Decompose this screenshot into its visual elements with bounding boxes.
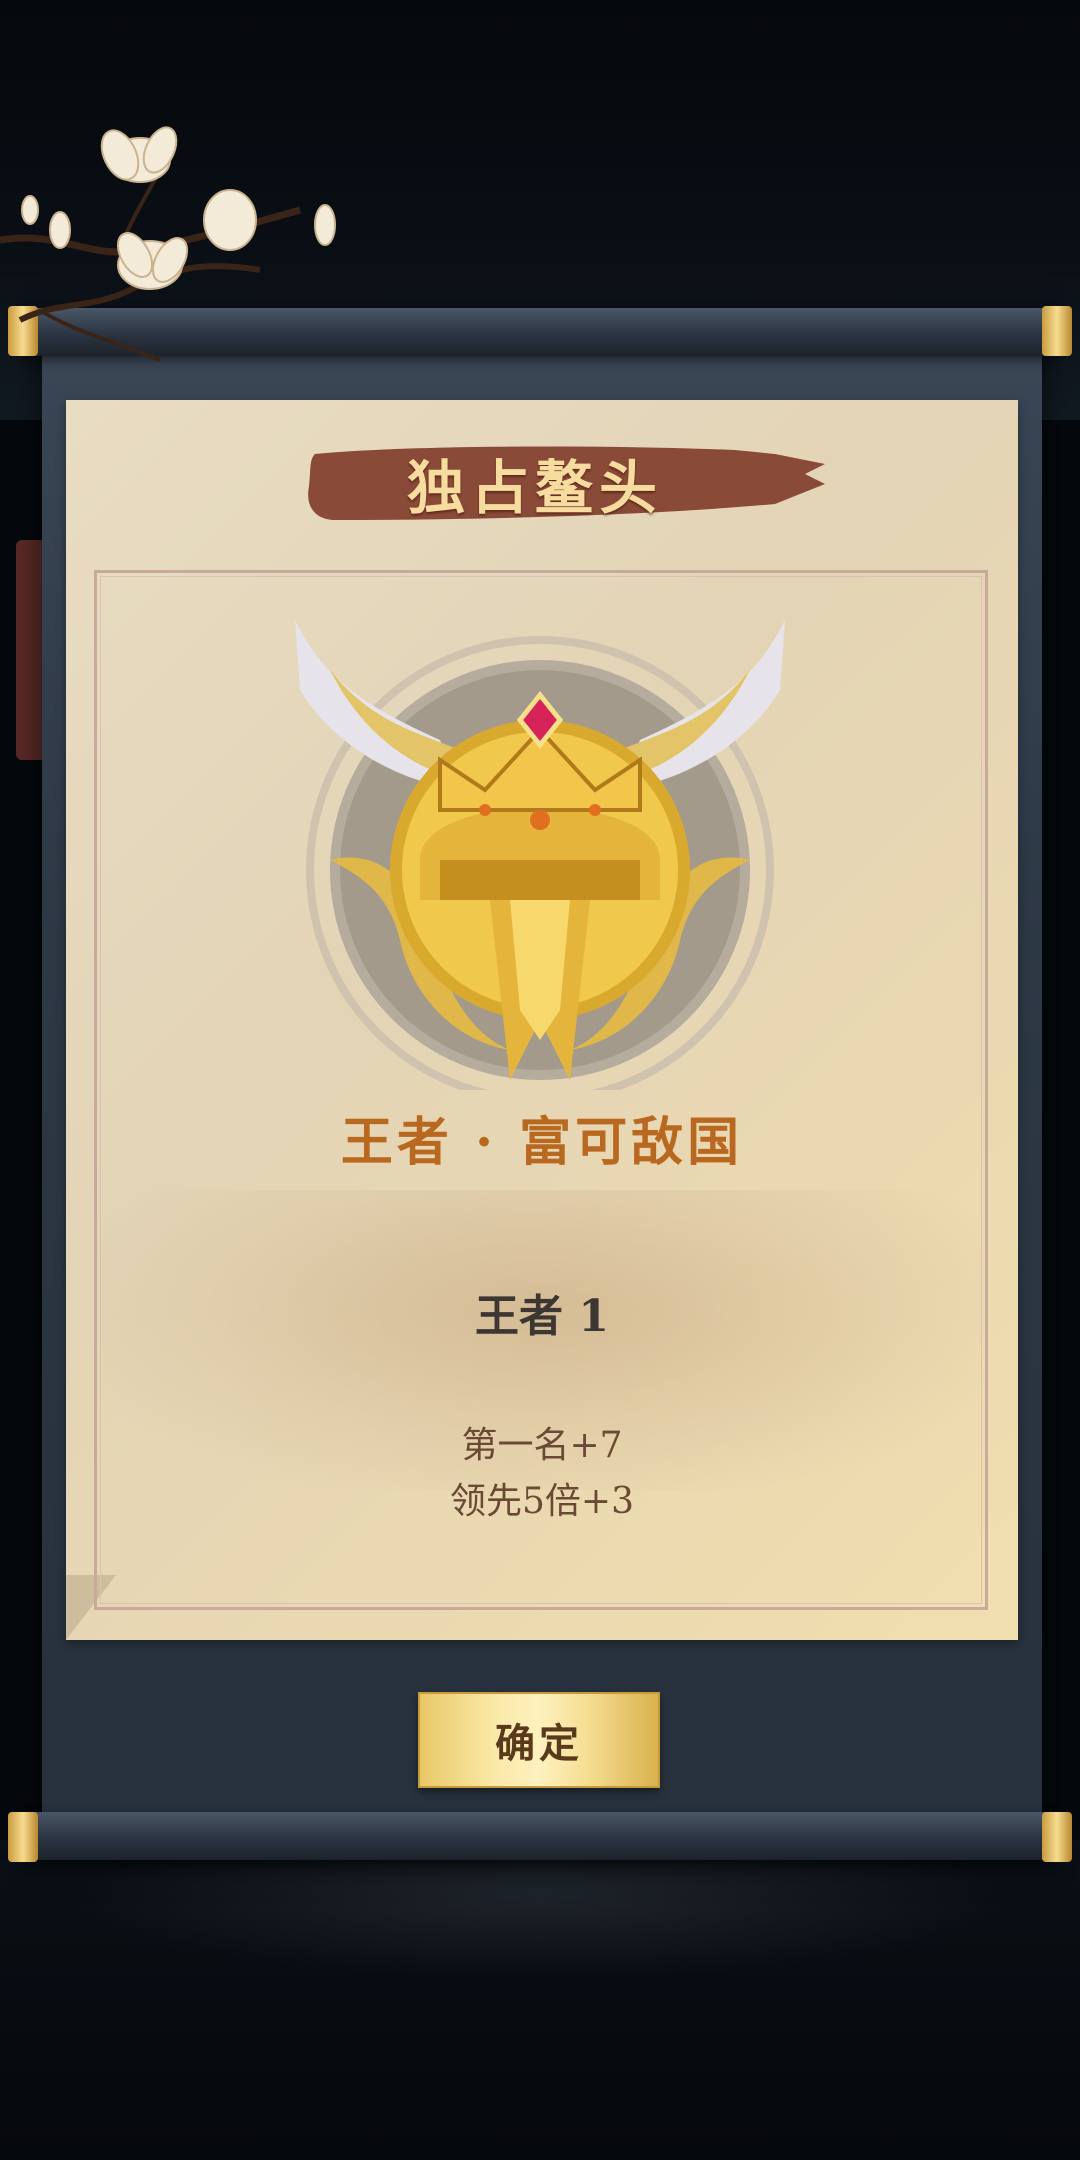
roller-cap-left-bottom — [8, 1812, 38, 1862]
bonus-first-place: 第一名+7 — [461, 1425, 623, 1466]
floor-reflection — [60, 1860, 1020, 1980]
winged-helmet-emblem-icon — [295, 620, 785, 1090]
banner-title: 独占鳌头 — [406, 454, 663, 522]
bonus-lead-multiplier: 领先5倍+3 — [450, 1481, 634, 1522]
rank-title: 王者 · 富可敌国 — [340, 1112, 744, 1173]
scroll-bottom-roller — [22, 1812, 1058, 1860]
roller-cap-right-bottom — [1042, 1812, 1072, 1862]
roller-cap-right — [1042, 306, 1072, 356]
rank-level: 王者 1 — [475, 1291, 609, 1342]
magnolia-branch-icon — [0, 126, 336, 362]
title-banner: 独占鳌头 — [305, 440, 825, 526]
side-tab — [16, 540, 42, 760]
confirm-button[interactable]: 确定 — [418, 1692, 660, 1788]
